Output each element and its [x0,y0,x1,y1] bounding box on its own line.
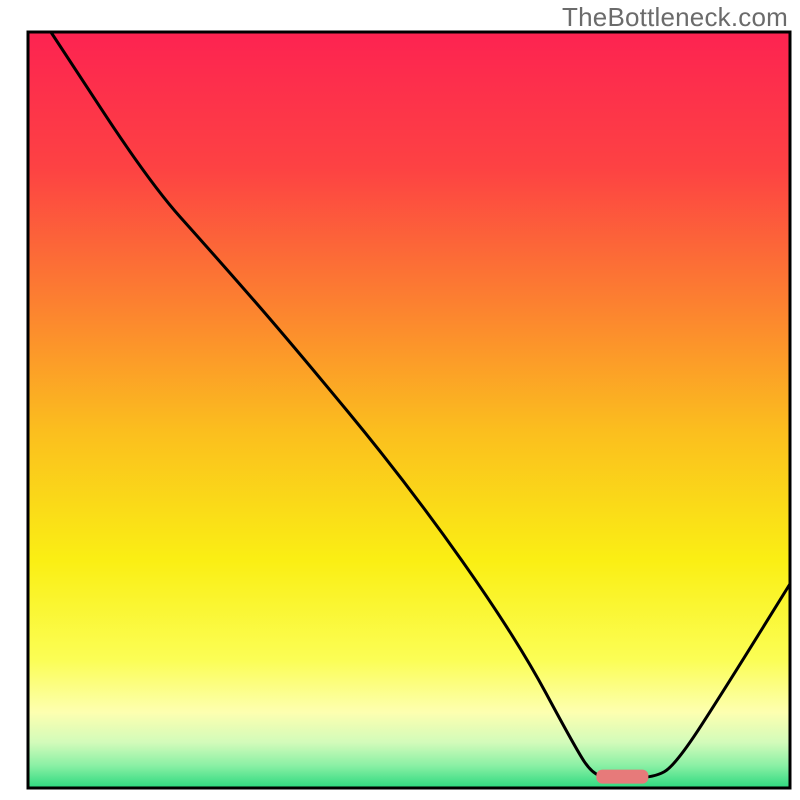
plot-background [28,32,790,788]
optimal-marker [596,770,648,784]
bottleneck-chart [0,0,800,800]
